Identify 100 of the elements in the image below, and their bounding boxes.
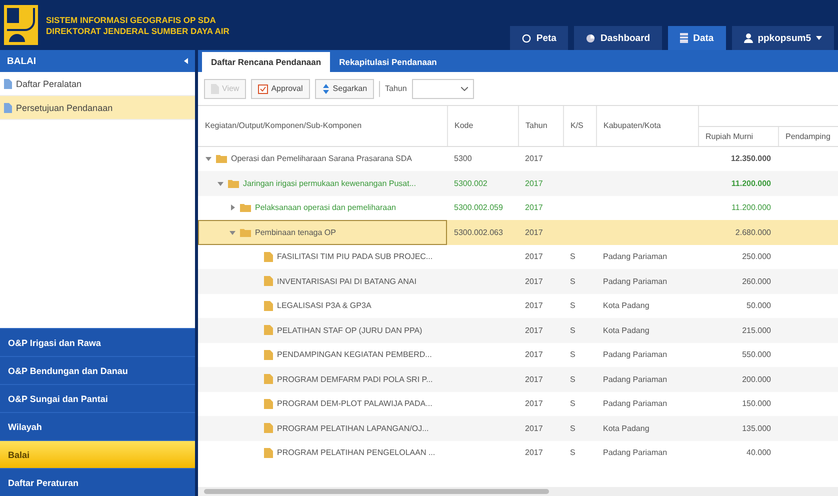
globe-icon	[522, 34, 532, 42]
year-label: Tahun	[385, 84, 407, 93]
year-cell: 2017	[525, 276, 543, 286]
sidebar-item[interactable]: Persetujuan Pendanaan	[0, 96, 195, 120]
nav-tab[interactable]: Dashboard	[574, 26, 662, 50]
document-icon	[4, 102, 12, 112]
regency-cell: Padang Pariaman	[603, 276, 668, 286]
collapse-icon[interactable]	[184, 58, 188, 64]
collapsed-caret-icon[interactable]	[229, 204, 236, 212]
tree-item-label[interactable]: Pelaksanaan operasi dan pemeliharaan	[255, 203, 396, 212]
nav-tab[interactable]: ppkopsum5	[732, 26, 834, 50]
toolbar-button[interactable]: Segarkan	[314, 78, 374, 98]
ks-cell: S	[570, 350, 576, 360]
ks-cell: S	[570, 252, 576, 262]
folder-icon	[216, 154, 227, 164]
toolbar-button[interactable]: Approval	[251, 78, 310, 98]
year-cell: 2017	[525, 301, 543, 310]
column-header: Kabupaten/Kota	[596, 106, 698, 146]
refresh-icon	[322, 84, 330, 94]
file-icon	[264, 276, 273, 286]
column-header: Kegiatan/Output/Komponen/Sub-Komponen	[198, 106, 447, 146]
year-cell: 2017	[525, 350, 543, 360]
ks-cell: S	[570, 399, 576, 408]
file-icon	[264, 374, 273, 384]
amount-cell: 150.000	[742, 399, 771, 408]
file-icon	[264, 448, 273, 458]
amount-cell: 260.000	[742, 276, 771, 286]
column-header: Kode	[447, 106, 518, 146]
tree-item-label[interactable]: PROGRAM DEMFARM PADI POLA SRI P...	[277, 374, 433, 384]
tree-item-label[interactable]: PROGRAM PELATIHAN PENGELOLAAN ...	[277, 448, 436, 458]
code-cell: 5300.002.059	[454, 203, 503, 212]
tree-item-label[interactable]: INVENTARISASI PAI DI BATANG ANAI	[277, 276, 416, 286]
ks-cell: S	[570, 301, 576, 310]
regency-cell: Padang Pariaman	[603, 252, 668, 262]
tree-item-label[interactable]: PROGRAM PELATIHAN LAPANGAN/OJ...	[277, 424, 429, 433]
document-icon	[4, 78, 12, 88]
year-cell: 2017	[525, 178, 543, 188]
checklist-icon	[258, 84, 268, 94]
expanded-caret-icon[interactable]	[217, 180, 224, 187]
ks-cell: S	[570, 276, 576, 286]
file-icon	[264, 300, 273, 311]
column-header: K/S	[563, 106, 596, 146]
chevron-down-icon	[460, 86, 468, 90]
logo-icon	[4, 5, 38, 45]
tree-item-label[interactable]: FASILITASI TIM PIU PADA SUB PROJEC...	[277, 252, 433, 262]
app-title: SISTEM INFORMASI GEOGRAFIS OP SDA	[46, 14, 217, 24]
folder-icon	[240, 203, 251, 212]
amount-cell: 250.000	[742, 252, 771, 262]
column-header: Pendamping	[778, 126, 838, 146]
tree-item-label[interactable]: PELATIHAN STAF OP (JURU DAN PPA)	[277, 326, 422, 335]
folder-icon	[228, 178, 239, 188]
ks-cell: S	[570, 424, 576, 433]
amount-cell: 40.000	[746, 448, 771, 458]
chart-icon	[586, 34, 596, 42]
file-icon	[264, 325, 273, 336]
year-cell: 2017	[525, 228, 543, 237]
ks-cell: S	[570, 326, 576, 335]
nav-tab[interactable]: Data	[668, 26, 726, 50]
amount-cell: 11.200.000	[732, 203, 771, 212]
tree-item-label[interactable]: LEGALISASI P3A & GP3A	[277, 301, 372, 310]
menu-item[interactable]: Balai	[0, 440, 195, 468]
expanded-caret-icon[interactable]	[205, 155, 212, 162]
amount-cell: 11.200.000	[731, 178, 771, 188]
year-cell: 2017	[525, 374, 543, 384]
regency-cell: Kota Padang	[603, 326, 650, 335]
amount-cell: 12.350.000	[730, 154, 771, 164]
regency-cell: Padang Pariaman	[603, 374, 668, 384]
year-cell: 2017	[525, 448, 543, 458]
app-subtitle: DIREKTORAT JENDERAL SUMBER DAYA AIR	[46, 26, 230, 36]
regency-cell: Kota Padang	[603, 424, 650, 433]
tree-item-label[interactable]: PROGRAM DEM-PLOT PALAWIJA PADA...	[277, 399, 432, 408]
tree-item-label[interactable]: PENDAMPINGAN KEGIATAN PEMBERD...	[277, 350, 432, 360]
year-cell: 2017	[525, 252, 543, 262]
tree-item-label[interactable]: Operasi dan Pemeliharaan Sarana Prasarana SDA	[231, 154, 412, 164]
table-icon	[680, 33, 688, 43]
scrollbar-thumb[interactable]	[204, 489, 549, 494]
code-cell: 5300.002.063	[454, 228, 503, 237]
regency-cell: Padang Pariaman	[603, 350, 668, 360]
file-icon	[264, 398, 273, 409]
regency-cell: Kota Padang	[603, 301, 650, 310]
expanded-caret-icon[interactable]	[229, 228, 236, 236]
ks-cell: S	[570, 448, 576, 458]
nav-tab[interactable]: Peta	[510, 26, 568, 50]
regency-cell: Padang Pariaman	[603, 448, 668, 458]
folder-icon	[240, 228, 251, 237]
tab[interactable]: Daftar Rencana Pendanaan	[202, 52, 330, 72]
column-header: Tahun	[518, 106, 563, 146]
document-icon	[211, 84, 219, 94]
sidebar-title: BALAI	[7, 56, 36, 66]
amount-cell: 135.000	[742, 424, 771, 433]
tab[interactable]: Rekapitulasi Pendanaan	[330, 52, 446, 72]
year-cell: 2017	[525, 154, 543, 164]
tree-item-label[interactable]: Pembinaan tenaga OP	[255, 228, 336, 237]
amount-cell: 550.000	[742, 350, 771, 360]
amount-cell: 215.000	[742, 326, 771, 335]
column-header: Rupiah Murni	[698, 126, 778, 146]
year-cell: 2017	[525, 399, 543, 408]
amount-cell: 2.680.000	[735, 228, 771, 237]
year-cell: 2017	[525, 424, 543, 433]
amount-cell: 50.000	[746, 301, 771, 310]
